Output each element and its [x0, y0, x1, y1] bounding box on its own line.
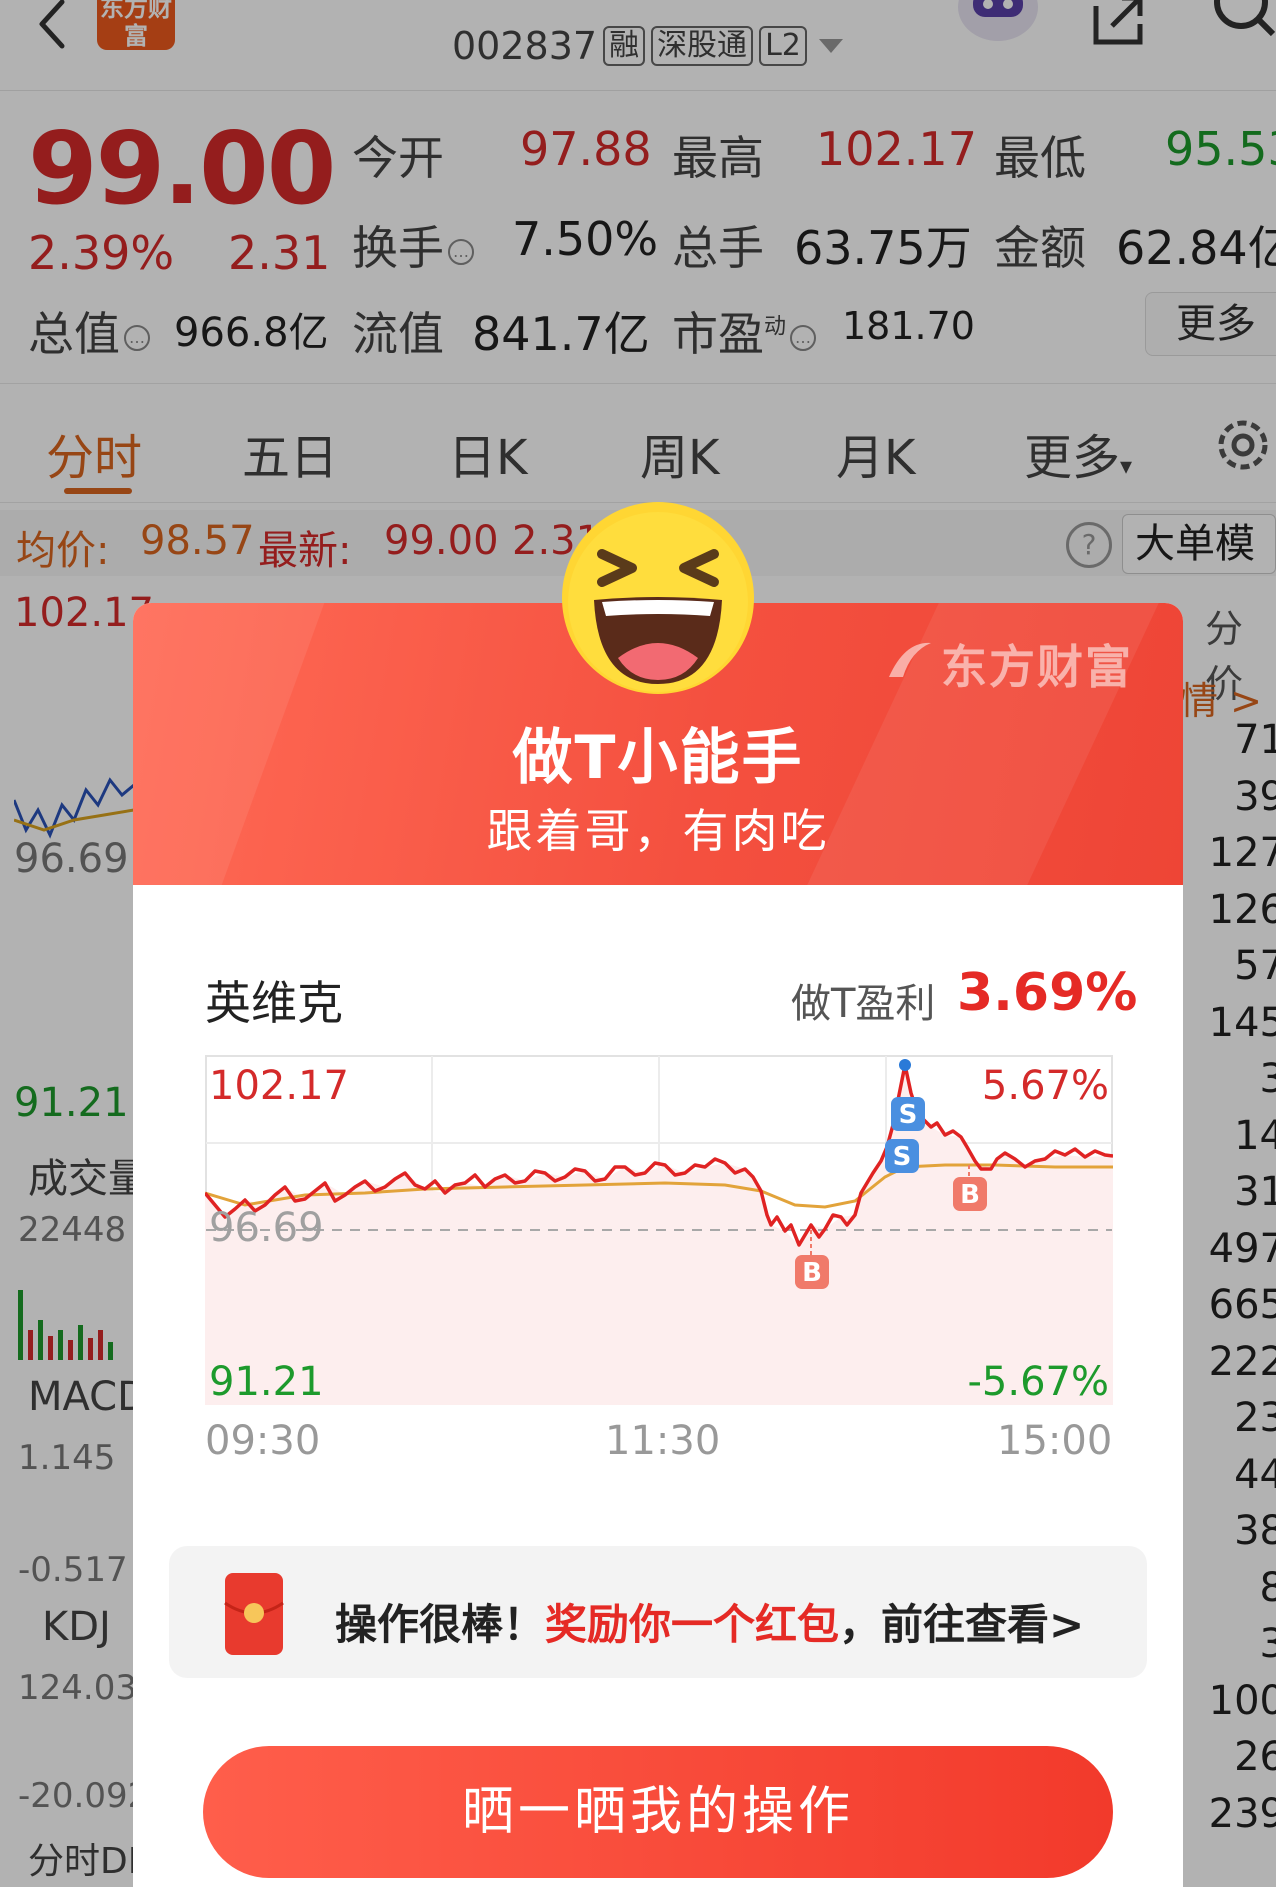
banner-prefix: 操作很棒！ [335, 1600, 546, 1649]
red-packet-banner-text[interactable]: 操作很棒！奖励你一个红包，前往查看> [335, 1591, 1084, 1652]
profit-label: 做T盈利 [791, 981, 936, 1027]
profit-value: 3.69% [957, 963, 1138, 1023]
chart-bottom-right-pct: -5.67% [967, 1359, 1109, 1405]
svg-text:B: B [802, 1258, 822, 1288]
time-label-open: 09:30 [205, 1418, 321, 1464]
chart-top-right-pct: 5.67% [982, 1063, 1109, 1109]
svg-text:S: S [893, 1142, 912, 1172]
trade-result-modal: 东方财富 做T小能手 跟着哥，有肉吃 英维克 做T盈利 3.69% B S S [133, 603, 1183, 1903]
chart-bottom-left-price: 91.21 [209, 1359, 324, 1405]
buy-marker-1: B [795, 1255, 829, 1289]
high-point-marker [899, 1059, 911, 1071]
chart-base-price: 96.69 [209, 1205, 324, 1251]
sell-marker-1: S [891, 1097, 925, 1131]
laughing-emoji-icon [562, 502, 754, 694]
red-packet-icon [224, 1573, 284, 1655]
time-label-close: 15:00 [997, 1418, 1113, 1464]
chart-top-left-price: 102.17 [209, 1063, 349, 1109]
intraday-trade-chart: B S S B 102.17 96.69 91.21 5.67% -5.67% [205, 1055, 1113, 1405]
svg-text:S: S [899, 1100, 918, 1130]
buy-marker-2: B [953, 1177, 987, 1211]
brand-watermark: 东方财富 [941, 640, 1133, 694]
sell-marker-2: S [885, 1139, 919, 1173]
banner-highlight: 奖励你一个红包 [545, 1600, 840, 1649]
svg-text:B: B [960, 1180, 980, 1210]
modal-subtitle: 跟着哥，有肉吃 [486, 804, 830, 858]
stock-name: 英维克 [205, 976, 343, 1030]
modal-title: 做T小能手 [512, 723, 804, 793]
banner-suffix: ，前往查看> [839, 1600, 1085, 1649]
brand-watermark-icon [889, 642, 931, 677]
share-operation-button[interactable]: 晒一晒我的操作 [203, 1746, 1113, 1878]
time-label-midday: 11:30 [605, 1418, 721, 1464]
